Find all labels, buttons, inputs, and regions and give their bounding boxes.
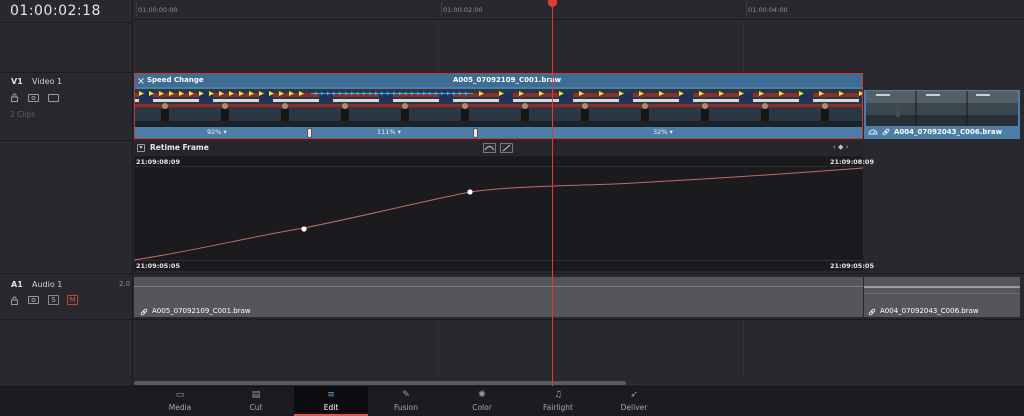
clip-filename: A005_07092109_C001.braw — [152, 307, 251, 315]
nav-label: Color — [472, 403, 492, 412]
nav-color[interactable]: ✺ Color — [445, 386, 519, 416]
cut-icon: ▤ — [251, 390, 261, 400]
close-icon[interactable] — [138, 77, 144, 84]
auto-select-icon[interactable] — [28, 94, 39, 102]
divider — [0, 72, 133, 73]
media-icon: ▭ — [175, 390, 185, 400]
gridline — [438, 320, 439, 378]
divider — [0, 22, 133, 23]
ruler-label: 01:00:00:00 — [138, 6, 178, 14]
nav-label: Fairlight — [542, 403, 573, 412]
gridline — [743, 21, 744, 72]
nav-fairlight[interactable]: ♫ Fairlight — [521, 386, 595, 416]
divider — [0, 140, 133, 141]
ruler-tick — [136, 2, 137, 16]
speed-dropdown-segment-2[interactable]: 111% ▾ — [377, 128, 401, 136]
video-clip-speed-change[interactable]: Speed Change A005_07092109_C001.braw 92%… — [134, 73, 863, 139]
track-id-a1: A1 — [11, 280, 23, 289]
nav-edit[interactable]: ≡ Edit — [294, 386, 368, 416]
nav-label: Fusion — [394, 403, 418, 412]
audio-channel-level: 2.0 — [119, 280, 131, 288]
audio-waveform — [864, 293, 1020, 294]
color-icon: ✺ — [478, 390, 486, 400]
lock-icon[interactable] — [10, 93, 19, 102]
timeline-ruler[interactable] — [134, 0, 1024, 20]
auto-select-icon[interactable] — [28, 296, 39, 304]
track-id-v1: V1 — [11, 77, 23, 86]
nav-media[interactable]: ▭ Media — [143, 386, 217, 416]
clips-count: 2 Clips — [10, 110, 36, 119]
nav-cut[interactable]: ▤ Cut — [219, 386, 293, 416]
speed-point-handle[interactable] — [307, 128, 312, 138]
deliver-icon: ➶ — [630, 390, 638, 400]
link-icon[interactable] — [140, 308, 148, 316]
audio-clip-1[interactable]: A005_07092109_C001.braw — [134, 277, 863, 317]
linear-curve-button[interactable] — [500, 143, 513, 153]
retime-curve[interactable] — [134, 156, 863, 271]
gridline — [438, 21, 439, 72]
chevron-down-icon: ▾ — [397, 128, 401, 136]
link-icon[interactable] — [868, 308, 876, 316]
track-header-panel — [0, 0, 133, 385]
speed-value: 111% — [377, 128, 396, 136]
timecode-display[interactable]: 01:00:02:18 — [10, 3, 101, 19]
nav-deliver[interactable]: ➶ Deliver — [597, 386, 671, 416]
speed-value: 32% — [653, 128, 668, 136]
mute-button[interactable]: M — [67, 295, 78, 305]
divider — [0, 273, 1024, 274]
speed-point-handle[interactable] — [473, 128, 478, 138]
keyframe-navigation[interactable]: ‹ ◆ › — [833, 143, 848, 151]
chevron-down-icon: ▾ — [669, 128, 673, 136]
audio-clip-2[interactable]: A004_07092043_C006.braw — [864, 277, 1020, 317]
smooth-curve-button[interactable] — [483, 143, 496, 153]
nav-label: Edit — [323, 403, 339, 412]
nav-fusion[interactable]: ✎ Fusion — [369, 386, 443, 416]
track-name-a1[interactable]: Audio 1 — [32, 280, 62, 289]
retime-dropdown-button[interactable]: ▾ — [137, 144, 145, 152]
keyframe-point[interactable] — [301, 226, 307, 232]
audio-waveform — [864, 286, 1020, 288]
fairlight-icon: ♫ — [553, 390, 563, 400]
speed-dropdown-segment-1[interactable]: 92% ▾ — [207, 128, 227, 136]
video-clip-2[interactable]: A004_07092043_C006.braw — [864, 90, 1020, 139]
track-name-v1[interactable]: Video 1 — [32, 77, 62, 86]
track-visibility-icon[interactable] — [48, 94, 59, 102]
lock-icon[interactable] — [10, 296, 19, 305]
nav-label: Media — [168, 403, 192, 412]
clip-filename: A004_07092043_C006.braw — [894, 128, 1003, 136]
speed-value: 92% — [207, 128, 222, 136]
nav-label: Cut — [249, 403, 263, 412]
audio-waveform — [134, 286, 863, 287]
retime-frame-header: ▾ Retime Frame ‹ ◆ › — [134, 141, 863, 155]
clip-filename: A005_07092109_C001.braw — [453, 76, 562, 84]
speed-dropdown-segment-3[interactable]: 32% ▾ — [653, 128, 673, 136]
chevron-down-icon: ▾ — [223, 128, 227, 136]
speed-change-label: Speed Change — [147, 76, 204, 84]
ruler-label: 01:00:02:00 — [443, 6, 483, 14]
ruler-label: 01:00:04:00 — [748, 6, 788, 14]
divider — [0, 319, 1024, 320]
nav-label: Deliver — [620, 403, 648, 412]
retime-icon[interactable] — [868, 128, 878, 136]
link-icon[interactable] — [882, 128, 890, 136]
ruler-tick — [441, 2, 442, 16]
clip-thumbnail — [866, 91, 1018, 126]
fusion-icon: ✎ — [402, 390, 410, 400]
gridline — [743, 320, 744, 378]
edit-icon: ≡ — [327, 390, 335, 400]
speed-arrow-row — [139, 91, 862, 96]
ruler-tick — [746, 2, 747, 16]
keyframe-point[interactable] — [467, 189, 473, 195]
retime-curve-editor[interactable]: 21:09:08:09 21:09:08:09 21:09:05:05 21:0… — [134, 156, 874, 271]
clip-filename: A004_07092043_C006.braw — [880, 307, 979, 315]
retime-frame-title: Retime Frame — [150, 143, 209, 152]
solo-button[interactable]: S — [48, 295, 59, 305]
playhead-line[interactable] — [552, 6, 553, 386]
